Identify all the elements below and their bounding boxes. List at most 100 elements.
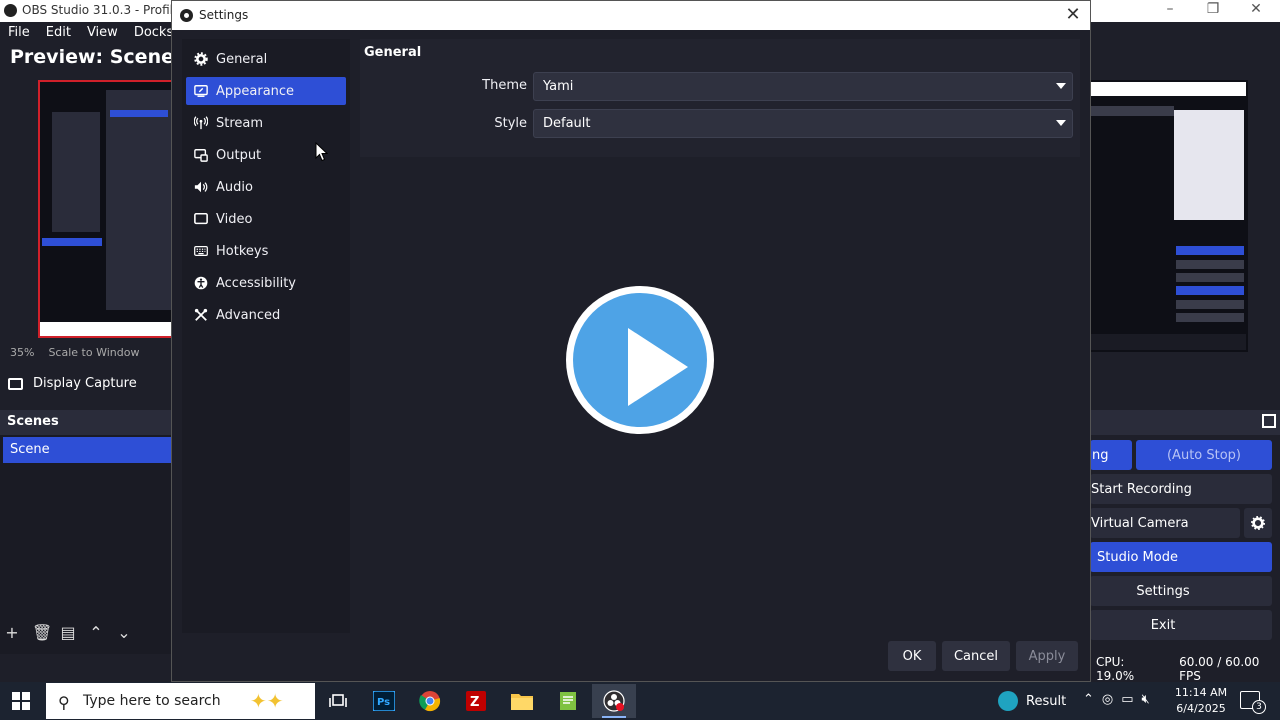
obs-taskbar-icon[interactable] [592,684,636,718]
virtual-camera-button[interactable]: Virtual Camera [1090,508,1240,538]
nav-appearance[interactable]: Appearance [186,77,346,105]
zoom-mode[interactable]: Scale to Window [48,346,139,359]
style-select[interactable]: Default [533,109,1073,138]
nav-advanced[interactable]: Advanced [186,301,346,329]
filter-icon[interactable]: ▤ [60,624,76,642]
scene-list-item[interactable]: Scene [3,437,171,463]
controls-header [1090,410,1280,435]
nav-video[interactable]: Video [186,205,346,233]
undock-icon[interactable] [1262,414,1276,428]
filezilla-icon[interactable]: Z [454,684,498,718]
mouse-cursor-icon [315,142,328,162]
apply-button[interactable]: Apply [1016,641,1078,671]
nav-label: General [216,51,268,67]
preview-thumbnail-panel [52,112,100,232]
sparkle-icon: ✦✦ [250,689,284,713]
svg-text:Ps: Ps [377,697,390,708]
add-icon[interactable]: + [4,624,20,642]
nav-stream[interactable]: Stream [186,109,346,137]
maximize-icon[interactable]: ❐ [1198,1,1228,17]
settings-button[interactable]: Settings [1090,576,1272,606]
dialog-buttons: OK Cancel Apply [888,641,1078,671]
trash-icon[interactable]: 🗑 [32,624,52,642]
menu-edit[interactable]: Edit [38,22,79,44]
antenna-icon [194,116,208,130]
notepad-icon[interactable] [546,684,590,718]
auto-stop-button[interactable]: (Auto Stop) [1136,440,1272,470]
general-group: General Theme Yami Style Default [360,39,1080,157]
windows-start-icon[interactable] [12,692,30,710]
menu-view[interactable]: View [79,22,126,44]
source-item[interactable]: Display Capture [8,376,137,391]
thumbnail-selection [1176,246,1244,255]
monitor-icon [194,212,208,225]
tray-result[interactable]: Result [998,691,1066,711]
gear-icon [1251,516,1265,530]
thumbnail-row [1090,106,1174,116]
studio-mode-button[interactable]: Studio Mode [1090,542,1272,572]
thumbnail-selection [1176,286,1244,295]
settings-title-bar: Settings ✕ [172,1,1090,30]
photoshop-icon[interactable]: Ps [362,684,406,718]
chrome-icon[interactable] [408,684,452,718]
gear-icon [194,52,208,66]
close-icon[interactable]: ✕ [1062,4,1084,26]
start-streaming-button[interactable]: ng [1090,440,1132,470]
fps-readout: 60.00 / 60.00 FPS [1179,655,1260,683]
minimize-icon[interactable]: – [1155,1,1185,17]
file-explorer-icon[interactable] [500,684,544,718]
theme-label: Theme [482,78,527,93]
play-icon [573,293,707,427]
system-tray: ⌃ ◎ ▭ 🔇︎ [1083,692,1150,707]
chevron-down-icon [1056,83,1066,89]
search-placeholder: Type here to search [83,693,221,709]
thumbnail-row [1176,313,1244,322]
close-icon[interactable]: ✕ [1241,1,1271,17]
cancel-button[interactable]: Cancel [942,641,1010,671]
virtual-camera-settings-button[interactable] [1244,508,1272,538]
nav-hotkeys[interactable]: Hotkeys [186,237,346,265]
nav-label: Audio [216,179,253,195]
exit-button[interactable]: Exit [1090,610,1272,640]
scenes-header: Scenes [0,410,172,435]
theme-value: Yami [543,79,574,94]
chevron-up-icon[interactable]: ⌃ [1083,692,1094,707]
chevron-up-icon[interactable]: ⌃ [88,624,104,642]
preview-canvas[interactable] [38,80,172,338]
zoom-row: 35% Scale to Window ▼ [10,346,184,359]
taskbar-search-box[interactable]: ⚲ Type here to search ✦✦ [46,683,315,719]
network-icon[interactable]: ▭ [1121,692,1133,707]
nav-accessibility[interactable]: Accessibility [186,269,346,297]
notification-count: 3 [1252,700,1266,714]
start-recording-button[interactable]: Start Recording [1090,474,1272,504]
obs-tray-icon[interactable]: ◎ [1102,692,1113,707]
nav-label: Appearance [216,83,295,99]
ok-button[interactable]: OK [888,641,936,671]
thumbnail-bar [1090,82,1246,96]
settings-title: Settings [199,8,249,22]
cpu-usage: CPU: 19.0% [1096,655,1135,683]
preview-thumbnail-scene [42,238,102,246]
nav-general[interactable]: General [186,45,346,73]
clock[interactable]: 11:14 AM 6/4/2025 [1172,685,1230,717]
chevron-down-icon[interactable]: ⌄ [116,624,132,642]
thumbnail-row [1176,260,1244,269]
nav-label: Stream [216,115,264,131]
output-icon [194,149,208,162]
play-button-overlay[interactable] [566,286,714,434]
style-value: Default [543,116,591,131]
nav-audio[interactable]: Audio [186,173,346,201]
preview-thumbnail-taskbar [40,322,172,336]
nav-label: Accessibility [216,275,296,291]
volume-muted-icon[interactable]: 🔇︎ [1142,692,1150,707]
nav-label: Output [216,147,262,163]
theme-select[interactable]: Yami [533,72,1073,101]
clock-time: 11:14 AM [1174,686,1228,699]
speaker-icon [194,181,208,193]
svg-text:Z: Z [470,695,479,710]
notification-icon[interactable]: 3 [1240,691,1266,714]
menu-bar: File Edit View Docks [0,22,175,44]
menu-file[interactable]: File [0,22,38,44]
chevron-down-icon [1056,120,1066,126]
task-view-icon[interactable] [316,684,360,718]
